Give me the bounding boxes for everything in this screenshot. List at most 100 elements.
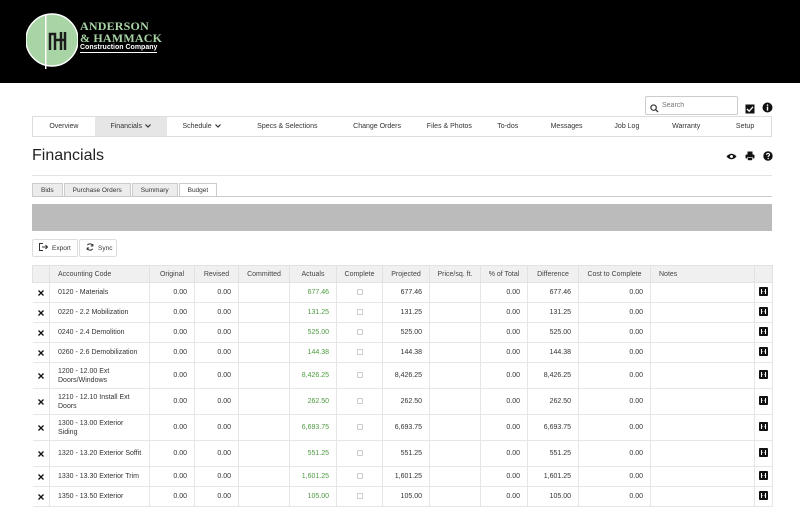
notes-cell[interactable]	[650, 414, 755, 441]
column-header[interactable]: Original	[149, 265, 195, 283]
help-icon[interactable]	[763, 148, 773, 166]
complete-checkbox[interactable]	[356, 423, 363, 430]
row-details-button[interactable]	[754, 466, 773, 487]
actuals-cell[interactable]: 262.50	[289, 388, 337, 415]
column-header[interactable]: Notes	[650, 265, 755, 283]
row-details-button[interactable]	[754, 302, 773, 323]
complete-checkbox[interactable]	[356, 371, 363, 378]
row-details-button[interactable]	[754, 282, 773, 303]
notes-cell[interactable]	[650, 362, 755, 389]
row-details-button[interactable]	[754, 440, 773, 467]
actuals-cell[interactable]: 6,693.75	[289, 414, 337, 441]
nav-item-change-orders[interactable]: Change Orders	[338, 117, 416, 136]
row-details-button[interactable]	[754, 342, 773, 363]
export-label: Export	[52, 244, 71, 252]
column-header[interactable]: Projected	[382, 265, 430, 283]
row-details-button[interactable]	[754, 388, 773, 415]
close-icon	[37, 472, 44, 482]
actuals-cell[interactable]: 551.25	[289, 440, 337, 467]
table-row[interactable]: 1330 - 13.30 Exterior Trim 0.00 0.00 1,601.…	[32, 466, 773, 487]
nav-item-schedule[interactable]: Schedule	[167, 117, 237, 136]
row-details-button[interactable]	[754, 414, 773, 441]
nav-item-specs-selections[interactable]: Specs & Selections	[236, 117, 338, 136]
complete-checkbox[interactable]	[356, 397, 363, 404]
actuals-cell[interactable]: 677.46	[289, 282, 337, 303]
nav-item-to-dos[interactable]: To-dos	[483, 117, 533, 136]
actuals-cell[interactable]: 144.38	[289, 342, 337, 363]
complete-cell	[336, 282, 383, 303]
notes-cell[interactable]	[650, 302, 755, 323]
remove-row-button[interactable]	[32, 414, 50, 441]
complete-checkbox[interactable]	[356, 449, 363, 456]
remove-row-button[interactable]	[32, 302, 50, 323]
complete-checkbox[interactable]	[356, 288, 363, 295]
notes-cell[interactable]	[650, 466, 755, 487]
notes-cell[interactable]	[650, 342, 755, 363]
row-details-button[interactable]	[754, 486, 773, 507]
print-icon[interactable]	[745, 148, 755, 166]
search-box[interactable]	[645, 96, 738, 115]
complete-checkbox[interactable]	[356, 472, 363, 479]
view-icon[interactable]	[726, 148, 737, 166]
column-header[interactable]: Cost to Complete	[578, 265, 651, 283]
cost-to-complete-cell: 0.00	[578, 486, 651, 507]
complete-checkbox[interactable]	[356, 348, 363, 355]
actuals-cell[interactable]: 8,426.25	[289, 362, 337, 389]
notes-cell[interactable]	[650, 388, 755, 415]
column-header[interactable]: Difference	[527, 265, 579, 283]
table-row[interactable]: 0220 - 2.2 Mobilization 0.00 0.00 131.25 131…	[32, 302, 773, 323]
column-header[interactable]: Accounting Code	[49, 265, 150, 283]
nav-item-warranty[interactable]: Warranty	[653, 117, 719, 136]
column-header[interactable]: Committed	[238, 265, 290, 283]
notes-cell[interactable]	[650, 322, 755, 343]
remove-row-button[interactable]	[32, 362, 50, 389]
remove-row-button[interactable]	[32, 388, 50, 415]
complete-checkbox[interactable]	[356, 308, 363, 315]
tab-purchase-orders[interactable]: Purchase Orders	[63, 183, 131, 196]
export-button[interactable]: Export	[32, 239, 78, 257]
column-header[interactable]: Revised	[194, 265, 239, 283]
remove-row-button[interactable]	[32, 486, 50, 507]
details-icon	[759, 422, 768, 433]
table-row[interactable]: 1300 - 13.00 Exterior Siding 0.00 0.00 6,69…	[32, 414, 773, 441]
column-header[interactable]: Actuals	[289, 265, 337, 283]
remove-row-button[interactable]	[32, 466, 50, 487]
tab-budget[interactable]: Budget	[178, 183, 218, 197]
sync-button[interactable]: Sync	[79, 239, 117, 257]
notes-cell[interactable]	[650, 486, 755, 507]
nav-item-job-log[interactable]: Job Log	[600, 117, 653, 136]
nav-item-financials[interactable]: Financials	[94, 117, 167, 136]
search-input[interactable]	[662, 99, 734, 112]
table-row[interactable]: 0260 - 2.6 Demobilization 0.00 0.00 144.38 1…	[32, 342, 773, 363]
row-details-button[interactable]	[754, 322, 773, 343]
table-row[interactable]: 1200 - 12.00 Ext Doors/Windows 0.00 0.00 8,…	[32, 362, 773, 389]
complete-checkbox[interactable]	[356, 328, 363, 335]
tab-summary[interactable]: Summary	[131, 183, 178, 196]
remove-row-button[interactable]	[32, 282, 50, 303]
remove-row-button[interactable]	[32, 322, 50, 343]
price-sqft-cell	[429, 388, 481, 415]
nav-item-messages[interactable]: Messages	[533, 117, 601, 136]
actuals-cell[interactable]: 525.00	[289, 322, 337, 343]
row-details-button[interactable]	[754, 362, 773, 389]
remove-row-button[interactable]	[32, 342, 50, 363]
column-header[interactable]: % of Total	[480, 265, 528, 283]
table-row[interactable]: 0240 - 2.4 Demolition 0.00 0.00 525.00 525.0…	[32, 322, 773, 343]
remove-row-button[interactable]	[32, 440, 50, 467]
actuals-cell[interactable]: 131.25	[289, 302, 337, 323]
table-row[interactable]: 0120 - Materials 0.00 0.00 677.46 677.46 0.00…	[32, 282, 773, 303]
nav-item-files-photos[interactable]: Files & Photos	[416, 117, 483, 136]
nav-item-setup[interactable]: Setup	[719, 117, 771, 136]
tab-bids[interactable]: Bids	[32, 183, 63, 196]
nav-item-overview[interactable]: Overview	[33, 117, 95, 136]
notes-cell[interactable]	[650, 282, 755, 303]
actuals-cell[interactable]: 1,601.25	[289, 466, 337, 487]
notes-cell[interactable]	[650, 440, 755, 467]
column-header[interactable]: Price/sq. ft.	[429, 265, 481, 283]
company-logo[interactable]: ANDERSON & HAMMACK Construction Company	[26, 10, 162, 70]
table-row[interactable]: 1210 - 12.10 Install Ext Doors 0.00 0.00 26…	[32, 388, 773, 415]
table-row[interactable]: 1350 - 13.50 Exterior 0.00 0.00 105.00 105.0…	[32, 486, 773, 507]
actuals-cell[interactable]: 105.00	[289, 486, 337, 507]
table-row[interactable]: 1320 - 13.20 Exterior Soffit 0.00 0.00 551.…	[32, 440, 773, 467]
column-header[interactable]: Complete	[336, 265, 383, 283]
